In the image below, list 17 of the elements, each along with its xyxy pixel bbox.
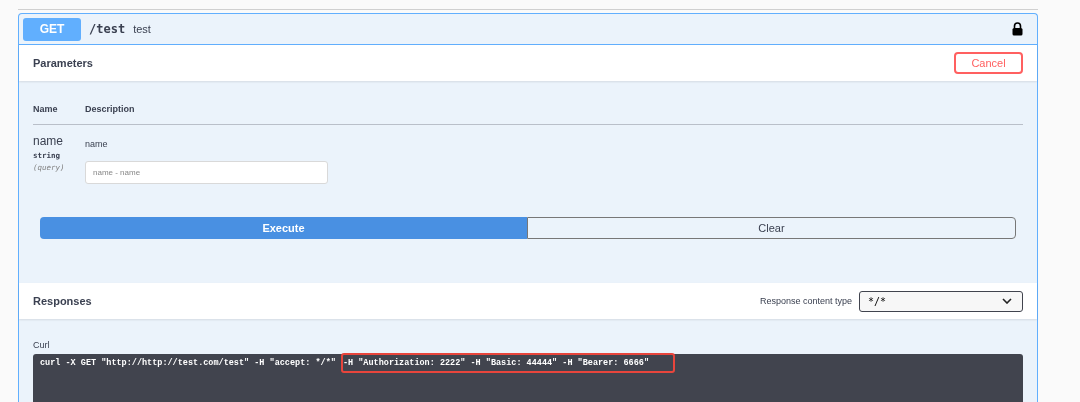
column-header: Name bbox=[33, 104, 59, 116]
column-header: Description bbox=[85, 104, 135, 116]
highlighted-command: -H "Authorization: 2222" -H "Basic: 44444" -H "Bearer: 6666" bbox=[340, 353, 676, 373]
parameter-input-field[interactable]: name - name bbox=[85, 161, 328, 184]
parameter-description: name bbox=[85, 139, 109, 149]
parameters-title: Parameters bbox=[33, 57, 94, 69]
content-type-label: Response content type bbox=[759, 296, 852, 306]
parameter-name: name bbox=[33, 134, 65, 148]
content-type-dropdown[interactable]: */* bbox=[859, 290, 1023, 312]
curl-command: curl -X GET "http://http://test.com/test" -H "accept: */*" bbox=[40, 358, 336, 368]
endpoint-summary: test bbox=[133, 23, 151, 35]
clear-button[interactable]: Clear bbox=[527, 217, 1016, 239]
lock-icon[interactable] bbox=[1012, 22, 1023, 36]
curl-label: Curl bbox=[33, 340, 51, 350]
endpoint-path[interactable]: /test bbox=[89, 22, 126, 36]
chevron-down-icon bbox=[1002, 298, 1012, 304]
responses-title: Responses bbox=[33, 295, 92, 307]
